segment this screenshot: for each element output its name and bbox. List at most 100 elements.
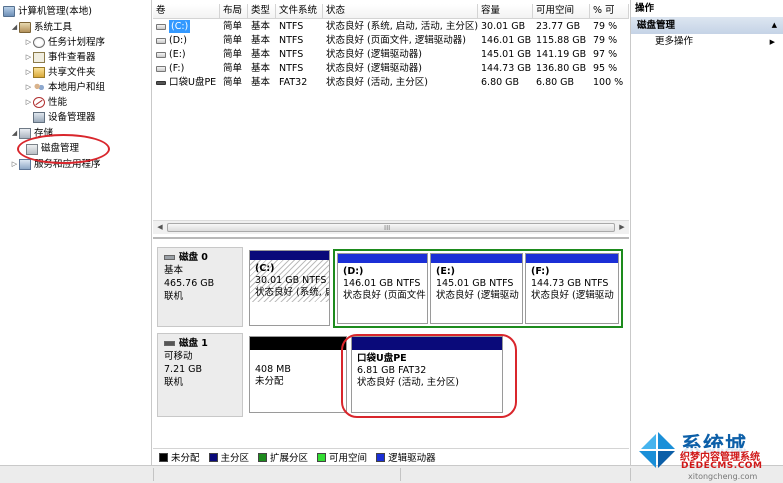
partition-size: 30.01 GB NTFS xyxy=(255,275,327,286)
cell-capacity: 145.01 GB xyxy=(481,49,532,60)
computer-management-icon xyxy=(3,6,15,17)
status-divider xyxy=(630,468,631,481)
partition-color-bar xyxy=(250,251,329,260)
partition-status: 状态良好 (逻辑驱动 xyxy=(531,290,614,301)
hard-disk-icon xyxy=(164,255,175,260)
partition-d[interactable]: (D:) 146.01 GB NTFS 状态良好 (页面文件 xyxy=(337,253,428,324)
volume-name-selected: (C:) xyxy=(169,20,191,33)
tree-item-event-viewer[interactable]: ▷ 事件查看器 xyxy=(24,50,96,65)
volume-name: (E:) xyxy=(169,49,186,60)
table-row[interactable]: (F:) 简单 基本 NTFS 状态良好 (逻辑驱动器) 144.73 GB 1… xyxy=(153,62,629,75)
actions-section-disk-management[interactable]: 磁盘管理 ▲ xyxy=(631,17,783,34)
column-header-layout[interactable]: 布局 xyxy=(220,4,248,19)
partition-c[interactable]: (C:) 30.01 GB NTFS 状态良好 (系统, 启动 xyxy=(249,250,330,326)
table-row[interactable]: 口袋U盘PE 简单 基本 FAT32 状态良好 (活动, 主分区) 6.80 G… xyxy=(153,76,629,89)
tree-item-storage[interactable]: ◢ 存储 xyxy=(10,126,53,141)
cell-layout: 简单 xyxy=(223,63,243,74)
cell-filesystem: NTFS xyxy=(279,35,304,46)
tree-item-local-users[interactable]: ▷ 本地用户和组 xyxy=(24,80,105,95)
cell-percent: 79 % xyxy=(593,35,618,46)
disk-size: 465.76 GB xyxy=(164,278,215,289)
partition-size: 146.01 GB NTFS xyxy=(343,278,421,289)
cell-free: 141.19 GB xyxy=(536,49,587,60)
column-header-capacity[interactable]: 容量 xyxy=(478,4,533,19)
scroll-right-arrow-icon[interactable]: ▶ xyxy=(615,221,629,234)
table-row[interactable]: (C:) 简单 基本 NTFS 状态良好 (系统, 启动, 活动, 主分区) 3… xyxy=(153,20,629,33)
disk-size: 7.21 GB xyxy=(164,364,203,375)
toolbox-icon xyxy=(19,22,31,33)
tree-item-disk-management[interactable]: 磁盘管理 xyxy=(26,141,79,156)
horizontal-scrollbar[interactable]: ◀ III ▶ xyxy=(153,220,629,234)
cell-layout: 简单 xyxy=(223,35,243,46)
cell-capacity: 146.01 GB xyxy=(481,35,532,46)
column-header-percent-free[interactable]: % 可 xyxy=(590,4,629,19)
column-header-free-space[interactable]: 可用空间 xyxy=(533,4,590,19)
partition-label: (D:) xyxy=(343,266,364,277)
partition-color-bar xyxy=(431,254,522,263)
cell-free: 136.80 GB xyxy=(536,63,587,74)
legend-item: 扩展分区 xyxy=(258,450,308,464)
column-header-type[interactable]: 类型 xyxy=(248,4,276,19)
volume-name: (F:) xyxy=(169,63,185,74)
partition-e[interactable]: (E:) 145.01 GB NTFS 状态良好 (逻辑驱动 xyxy=(430,253,523,324)
status-divider xyxy=(153,468,154,481)
expand-triangle-icon[interactable]: ▷ xyxy=(10,157,19,172)
column-header-volume[interactable]: 卷 xyxy=(153,4,220,19)
expand-triangle-icon[interactable]: ▷ xyxy=(24,80,33,95)
disk-0-info[interactable]: 磁盘 0 基本 465.76 GB 联机 xyxy=(157,247,243,327)
actions-title: 操作 xyxy=(631,0,783,17)
tree-item-system-tools[interactable]: ◢ 系统工具 xyxy=(10,20,72,35)
cell-layout: 简单 xyxy=(223,21,243,32)
disk-1-info[interactable]: 磁盘 1 可移动 7.21 GB 联机 xyxy=(157,333,243,417)
cell-filesystem: NTFS xyxy=(279,49,304,60)
expand-triangle-icon[interactable]: ▷ xyxy=(24,35,33,50)
column-header-status[interactable]: 状态 xyxy=(323,4,478,19)
more-actions-item[interactable]: 更多操作 ▶ xyxy=(631,34,783,50)
cell-percent: 100 % xyxy=(593,77,624,88)
legend-swatch-unallocated xyxy=(159,452,168,462)
cell-status: 状态良好 (逻辑驱动器) xyxy=(326,63,422,74)
tree-item-device-manager[interactable]: 设备管理器 xyxy=(33,110,96,125)
tree-item-performance[interactable]: ▷ 性能 xyxy=(24,95,67,110)
collapse-up-arrow-icon[interactable]: ▲ xyxy=(772,17,777,34)
tree-item-shared-folders[interactable]: ▷ 共享文件夹 xyxy=(24,65,96,80)
volume-icon xyxy=(156,37,166,44)
scroll-left-arrow-icon[interactable]: ◀ xyxy=(153,221,167,234)
cell-filesystem: NTFS xyxy=(279,21,304,32)
table-row[interactable]: (E:) 简单 基本 NTFS 状态良好 (逻辑驱动器) 145.01 GB 1… xyxy=(153,48,629,61)
disk-type: 可移动 xyxy=(164,351,193,362)
legend-swatch-free xyxy=(317,452,327,462)
tree-item-services-apps[interactable]: ▷ 服务和应用程序 xyxy=(10,157,101,172)
legend-item: 逻辑驱动器 xyxy=(376,450,436,464)
removable-disk-icon xyxy=(164,341,175,346)
tree-root[interactable]: 计算机管理(本地) xyxy=(3,4,92,19)
tree-item-task-scheduler[interactable]: ▷ 任务计划程序 xyxy=(24,35,105,50)
legend-swatch-extended xyxy=(258,452,268,462)
partition-status: 状态良好 (逻辑驱动 xyxy=(436,290,519,301)
cell-layout: 简单 xyxy=(223,49,243,60)
cell-percent: 97 % xyxy=(593,49,618,60)
cell-type: 基本 xyxy=(251,77,271,88)
expand-triangle-icon[interactable]: ▷ xyxy=(24,50,33,65)
center-pane: 卷 布局 类型 文件系统 状态 容量 可用空间 % 可 (C:) 简单 基本 N… xyxy=(153,0,629,465)
clock-icon xyxy=(33,37,45,48)
cell-capacity: 30.01 GB xyxy=(481,21,526,32)
column-header-filesystem[interactable]: 文件系统 xyxy=(276,4,323,19)
partition-f[interactable]: (F:) 144.73 GB NTFS 状态良好 (逻辑驱动 xyxy=(525,253,619,324)
expand-triangle-icon[interactable]: ▷ xyxy=(24,95,33,110)
legend-item: 主分区 xyxy=(208,450,249,464)
partition-status: 状态良好 (页面文件 xyxy=(343,290,426,301)
expand-triangle-icon[interactable]: ▷ xyxy=(24,65,33,80)
actions-pane: 操作 磁盘管理 ▲ 更多操作 ▶ xyxy=(630,0,783,465)
volume-table-header: 卷 布局 类型 文件系统 状态 容量 可用空间 % 可 xyxy=(153,4,629,19)
partition-usb-pe[interactable]: 口袋U盘PE 6.81 GB FAT32 状态良好 (活动, 主分区) xyxy=(351,336,503,413)
status-divider xyxy=(400,468,401,481)
partition-unallocated[interactable]: 408 MB 未分配 xyxy=(249,336,347,413)
scrollbar-thumb[interactable]: III xyxy=(167,223,615,232)
disk-name: 磁盘 1 xyxy=(179,338,208,349)
partition-size: 408 MB xyxy=(255,364,291,375)
collapse-triangle-icon[interactable]: ◢ xyxy=(10,20,19,35)
cell-free: 115.88 GB xyxy=(536,35,587,46)
collapse-triangle-icon[interactable]: ◢ xyxy=(10,126,19,141)
table-row[interactable]: (D:) 简单 基本 NTFS 状态良好 (页面文件, 逻辑驱动器) 146.0… xyxy=(153,34,629,47)
